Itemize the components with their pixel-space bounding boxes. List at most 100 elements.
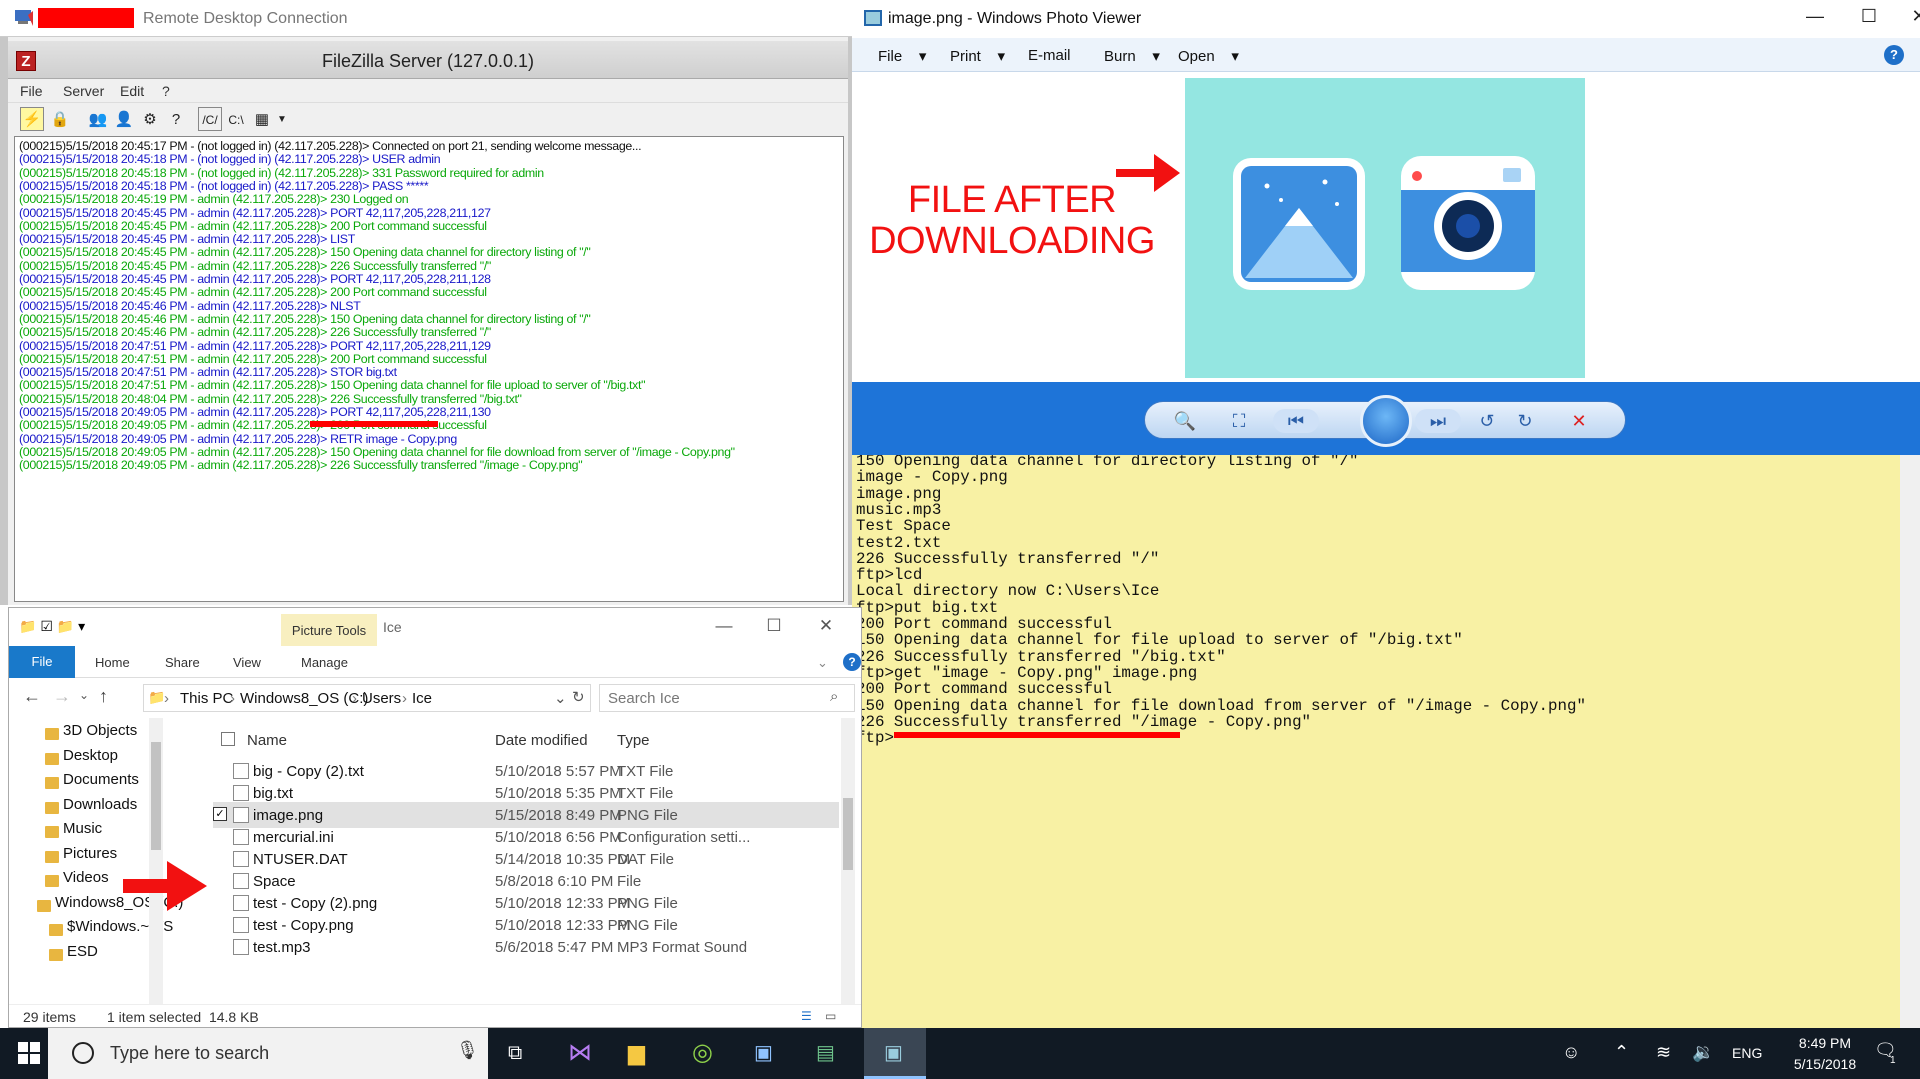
details-view-icon[interactable]: ☰ bbox=[801, 1009, 812, 1023]
annotation-arrow bbox=[1116, 154, 1180, 192]
windows-start-icon[interactable] bbox=[18, 1042, 40, 1064]
help-icon[interactable]: ? bbox=[1884, 45, 1904, 65]
nav-item[interactable]: 3D Objects bbox=[63, 722, 137, 739]
menu-help[interactable]: ? bbox=[162, 83, 170, 99]
language-indicator[interactable]: ENG bbox=[1732, 1045, 1762, 1061]
select-all-checkbox[interactable] bbox=[221, 732, 235, 746]
next-icon[interactable]: ⏭ bbox=[1415, 409, 1461, 433]
windows-path-button[interactable]: C:\ bbox=[224, 107, 248, 131]
column-type[interactable]: Type bbox=[617, 732, 650, 749]
pv-menu-file[interactable]: File ▾ bbox=[878, 47, 926, 65]
folder-icon bbox=[45, 875, 59, 887]
tiles-view-icon[interactable]: ▭ bbox=[825, 1009, 836, 1023]
file-name: mercurial.ini bbox=[253, 829, 334, 846]
taskbar-search[interactable]: Type here to search 🎙 bbox=[48, 1028, 488, 1079]
network-icon[interactable]: ≋ bbox=[1656, 1042, 1671, 1063]
column-date[interactable]: Date modified bbox=[495, 732, 588, 749]
file-explorer-icon[interactable]: ▆ bbox=[628, 1040, 645, 1066]
remote-desktop-taskbar-icon[interactable]: ▣ bbox=[754, 1040, 773, 1065]
zoom-icon[interactable]: 🔍 bbox=[1171, 409, 1199, 433]
ribbon-share-tab[interactable]: Share bbox=[165, 655, 200, 670]
clock-date[interactable]: 5/15/2018 bbox=[1784, 1056, 1866, 1072]
breadcrumb-drive[interactable]: Windows8_OS (C:) bbox=[240, 690, 368, 707]
list-scrollbar[interactable] bbox=[841, 718, 855, 1004]
breadcrumb-users[interactable]: Users bbox=[362, 690, 401, 707]
ribbon-view-tab[interactable]: View bbox=[233, 655, 261, 670]
forward-icon[interactable]: → bbox=[53, 686, 71, 707]
menu-edit[interactable]: Edit bbox=[120, 83, 144, 99]
minimize-button[interactable]: — bbox=[1792, 6, 1838, 27]
breadcrumb-this-pc[interactable]: This PC bbox=[180, 690, 233, 707]
maximize-button[interactable]: ☐ bbox=[751, 616, 797, 636]
unix-path-button[interactable]: /C/ bbox=[198, 107, 222, 131]
microphone-icon[interactable]: 🎙 bbox=[456, 1040, 479, 1061]
close-button[interactable]: ✕ bbox=[803, 616, 849, 636]
quick-access-icons[interactable]: 📁 ☑ 📁 ▾ bbox=[19, 618, 85, 635]
console-scrollbar[interactable] bbox=[1900, 455, 1920, 1028]
nav-item[interactable]: Videos bbox=[63, 869, 109, 886]
picture-tools-tab[interactable]: Picture Tools bbox=[281, 614, 377, 646]
lock-icon[interactable]: 🔒 bbox=[48, 107, 72, 131]
ftp-console[interactable]: 150 Opening data channel for directory l… bbox=[852, 455, 1920, 1028]
rotate-right-icon[interactable]: ↻ bbox=[1511, 409, 1539, 433]
people-icon[interactable]: ☺ bbox=[1562, 1042, 1580, 1063]
help-icon[interactable]: ? bbox=[843, 653, 861, 671]
rotate-left-icon[interactable]: ↺ bbox=[1473, 409, 1501, 433]
folder-icon bbox=[45, 850, 59, 863]
menu-server[interactable]: Server bbox=[63, 83, 104, 99]
file-type: PNG File bbox=[617, 917, 678, 934]
refresh-icon[interactable]: ↻ bbox=[572, 688, 585, 706]
minimize-button[interactable]: — bbox=[701, 616, 747, 636]
pv-menu-open[interactable]: Open ▾ bbox=[1178, 47, 1239, 65]
chevron-down-icon[interactable]: ▼ bbox=[270, 107, 294, 131]
app-icon[interactable]: ◎ bbox=[692, 1038, 713, 1067]
file-row[interactable]: test.mp3 5/6/2018 5:47 PM MP3 Format Sound bbox=[213, 934, 839, 960]
delete-icon[interactable]: ✕ bbox=[1565, 409, 1593, 433]
menu-file[interactable]: File bbox=[20, 83, 43, 99]
help-icon[interactable]: ? bbox=[164, 107, 188, 131]
chevron-down-icon[interactable]: ⌄ bbox=[817, 655, 828, 671]
pv-menu-email[interactable]: E-mail bbox=[1028, 47, 1071, 64]
row-checkbox[interactable]: ✓ bbox=[213, 807, 227, 821]
nav-item[interactable]: ESD bbox=[67, 943, 98, 960]
visual-studio-icon[interactable]: ⋈ bbox=[568, 1038, 592, 1067]
column-name[interactable]: Name bbox=[247, 732, 287, 749]
previous-icon[interactable]: ⏮ bbox=[1273, 409, 1319, 433]
ribbon-manage-tab[interactable]: Manage bbox=[301, 655, 348, 670]
settings-icon[interactable]: ⚙ bbox=[138, 107, 162, 131]
address-bar[interactable]: 📁 › This PC › Windows8_OS (C:) › Users ›… bbox=[143, 684, 591, 712]
breadcrumb-ice[interactable]: Ice bbox=[412, 690, 432, 707]
back-icon[interactable]: ← bbox=[23, 686, 41, 707]
ribbon-home-tab[interactable]: Home bbox=[95, 655, 130, 670]
slideshow-button[interactable] bbox=[1360, 395, 1412, 447]
recent-chevron-icon[interactable]: ⌄ bbox=[79, 688, 89, 702]
photo-viewer-taskbar-button[interactable]: ▣ bbox=[864, 1028, 926, 1079]
maximize-button[interactable]: ☐ bbox=[1846, 6, 1892, 27]
nav-item[interactable]: Music bbox=[63, 820, 102, 837]
actual-size-icon[interactable]: ⛶ bbox=[1225, 409, 1253, 433]
log-line: (000215)5/15/2018 20:45:18 PM - (not log… bbox=[19, 152, 441, 167]
file-icon bbox=[233, 917, 249, 933]
up-icon[interactable]: ↑ bbox=[99, 686, 108, 707]
volume-icon[interactable]: 🔉 bbox=[1692, 1042, 1714, 1063]
chevron-down-icon[interactable]: ⌄ bbox=[554, 689, 567, 707]
pv-menu-burn[interactable]: Burn ▾ bbox=[1104, 47, 1160, 65]
file-icon bbox=[233, 763, 249, 779]
chevron-up-icon[interactable]: ⌃ bbox=[1614, 1042, 1629, 1063]
nav-item[interactable]: Pictures bbox=[63, 845, 117, 862]
groups-icon[interactable]: 👤 bbox=[112, 107, 136, 131]
close-button[interactable]: ✕ bbox=[1896, 6, 1920, 27]
pv-menu-print[interactable]: Print ▾ bbox=[950, 47, 1005, 65]
task-view-icon[interactable]: ⧉ bbox=[508, 1042, 522, 1065]
app-icon-2[interactable]: ▤ bbox=[816, 1040, 835, 1065]
clock-time[interactable]: 8:49 PM bbox=[1790, 1035, 1860, 1051]
displayed-image bbox=[1185, 78, 1585, 378]
search-input[interactable]: Search Ice ⌕ bbox=[599, 684, 855, 712]
ribbon-file-tab[interactable]: File bbox=[9, 646, 75, 678]
users-icon[interactable]: 👥 bbox=[86, 107, 110, 131]
nav-item[interactable]: Documents bbox=[63, 771, 139, 788]
nav-item[interactable]: Desktop bbox=[63, 747, 118, 764]
log-line: (000215)5/15/2018 20:45:45 PM - admin (4… bbox=[19, 258, 491, 273]
connect-icon[interactable]: ⚡ bbox=[20, 107, 44, 131]
nav-item[interactable]: Downloads bbox=[63, 796, 137, 813]
